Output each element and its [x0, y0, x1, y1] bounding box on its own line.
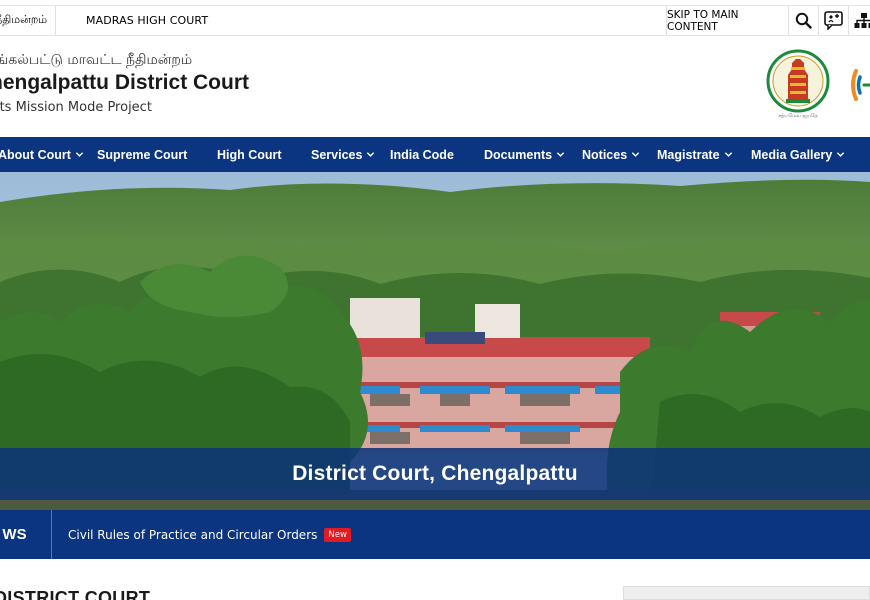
news-ticker: WS Civil Rules of Practice and Circular … [0, 510, 870, 559]
sign-language-icon [823, 11, 843, 30]
nav-item-documents[interactable]: Documents [484, 137, 565, 172]
search-icon [795, 12, 812, 29]
main-navigation: About Court Supreme Court High Court Servic… [0, 137, 870, 172]
chevron-down-icon [631, 152, 640, 157]
news-headline-link[interactable]: Civil Rules of Practice and Circular Ord… [68, 510, 351, 559]
new-badge: New [324, 527, 351, 542]
sitemap-icon [854, 13, 870, 28]
tamil-language-link[interactable]: ர் நீதிமன்றம் [0, 6, 57, 35]
nav-item-label: Supreme Court [97, 147, 188, 162]
top-utility-bar: ர் நீதிமன்றம் MADRAS HIGH COURT SKIP TO … [0, 5, 870, 36]
svg-text:சத்யமேவ ஜயதே: சத்யமேவ ஜயதே [778, 113, 818, 119]
nav-item-label: Documents [484, 147, 553, 162]
chevron-down-icon [75, 152, 84, 157]
hero-caption: District Court, Chengalpattu [292, 462, 578, 485]
skip-to-main-content-link[interactable]: SKIP TO MAIN CONTENT [666, 6, 789, 35]
nav-item-about-court[interactable]: About Court [0, 137, 84, 172]
nav-item-supreme-court[interactable]: Supreme Court [97, 137, 187, 172]
tamil-nadu-emblem-icon: சத்யமேவ ஜயதே [766, 49, 830, 119]
side-panel [623, 586, 870, 600]
nav-item-media-gallery[interactable]: Media Gallery [751, 137, 845, 172]
nav-item-services[interactable]: Services [311, 137, 375, 172]
sign-language-button[interactable] [819, 6, 849, 35]
nav-item-label: Magistrate [657, 147, 720, 162]
site-subtitle: urts Mission Mode Project [0, 100, 152, 115]
chevron-down-icon [367, 152, 375, 157]
news-label: WS [0, 510, 52, 559]
nav-item-label: About Court [0, 147, 71, 162]
nav-item-india-code[interactable]: India Code [390, 137, 454, 172]
chevron-down-icon [724, 152, 732, 157]
nav-item-label: Notices [582, 147, 628, 162]
madras-high-court-link[interactable]: MADRAS HIGH COURT [78, 6, 208, 35]
nav-item-label: High Court [217, 147, 282, 162]
search-button[interactable] [789, 6, 819, 35]
court-title-link[interactable]: hengalpattu District Court [0, 71, 249, 95]
news-headline-text: Civil Rules of Practice and Circular Ord… [68, 527, 318, 542]
district-court-heading: DISTRICT COURT [0, 588, 151, 600]
nav-item-label: Services [311, 147, 363, 162]
ecourts-logo-icon [851, 69, 870, 101]
nav-item-notices[interactable]: Notices [582, 137, 640, 172]
page: ர் நீதிமன்றம் MADRAS HIGH COURT SKIP TO … [0, 0, 870, 600]
sitemap-button[interactable] [849, 6, 870, 35]
chevron-down-icon [837, 152, 845, 157]
hero-caption-bar: District Court, Chengalpattu [0, 448, 870, 500]
hero-banner: District Court, Chengalpattu [0, 172, 870, 510]
tamil-court-title: ங்கல்பட்டு மாவட்ட நீதிமன்றம் [0, 52, 193, 68]
nav-item-label: Media Gallery [751, 147, 833, 162]
nav-item-magistrate[interactable]: Magistrate [657, 137, 733, 172]
chevron-down-icon [556, 152, 565, 157]
site-header: ங்கல்பட்டு மாவட்ட நீதிமன்றம் hengalpattu… [0, 36, 870, 136]
nav-item-label: India Code [390, 147, 454, 162]
nav-item-high-court[interactable]: High Court [217, 137, 282, 172]
